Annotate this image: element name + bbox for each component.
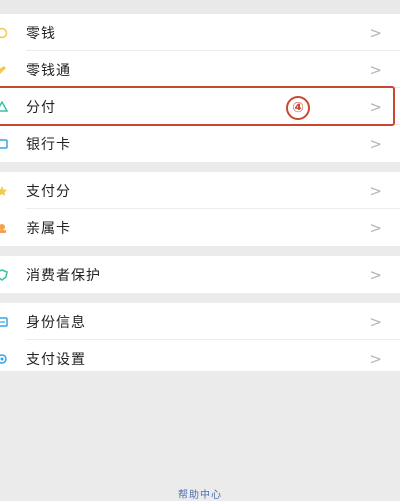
section-gap	[0, 162, 400, 172]
menu-item-label: 银行卡	[26, 136, 71, 153]
wallet-icon	[0, 27, 8, 39]
coin-icon	[0, 64, 8, 76]
menu-item-label: 身份信息	[26, 314, 86, 331]
menu-item-bank-card[interactable]: 银行卡 >	[0, 125, 400, 162]
menu-item-label: 支付分	[26, 183, 71, 200]
menu-item-label: 零钱	[26, 25, 56, 42]
chevron-right-icon: >	[369, 312, 382, 331]
section-gap	[0, 246, 400, 256]
chevron-right-icon: >	[369, 134, 382, 153]
settings-list: 零钱 > 零钱通 > 分付 > 银行卡 > 支付分 > 亲属卡 > 消费者保护 …	[0, 14, 400, 377]
chevron-right-icon: >	[369, 265, 382, 284]
bottom-area	[0, 371, 400, 500]
menu-item-label: 消费者保护	[26, 267, 101, 284]
menu-item-label: 亲属卡	[26, 220, 71, 237]
shield-icon	[0, 268, 8, 281]
help-center-link[interactable]: 帮助中心	[0, 486, 400, 501]
chevron-right-icon: >	[369, 349, 382, 368]
id-icon	[0, 316, 8, 328]
score-icon	[0, 185, 8, 197]
family-card-icon	[0, 222, 8, 234]
annotation-step-badge: ④	[286, 96, 310, 120]
chevron-right-icon: >	[369, 181, 382, 200]
menu-item-family-card[interactable]: 亲属卡 >	[0, 209, 400, 246]
menu-item-identity-info[interactable]: 身份信息 >	[0, 303, 400, 340]
menu-item-zhifufen[interactable]: 支付分 >	[0, 172, 400, 209]
chevron-right-icon: >	[369, 60, 382, 79]
settings-icon	[0, 353, 8, 365]
menu-item-lingqian[interactable]: 零钱 >	[0, 14, 400, 51]
section-gap	[0, 293, 400, 303]
annotation-highlight-box	[0, 86, 395, 126]
chevron-right-icon: >	[369, 23, 382, 42]
group-account: 身份信息 > 支付设置 >	[0, 303, 400, 377]
card-icon	[0, 138, 8, 150]
group-credit: 支付分 > 亲属卡 >	[0, 172, 400, 246]
group-protection: 消费者保护 >	[0, 256, 400, 293]
menu-item-consumer-protection[interactable]: 消费者保护 >	[0, 256, 400, 293]
top-strip	[0, 0, 400, 14]
menu-item-lingqiantong[interactable]: 零钱通 >	[0, 51, 400, 88]
menu-item-label: 支付设置	[26, 351, 86, 368]
chevron-right-icon: >	[369, 218, 382, 237]
menu-item-label: 零钱通	[26, 62, 71, 79]
